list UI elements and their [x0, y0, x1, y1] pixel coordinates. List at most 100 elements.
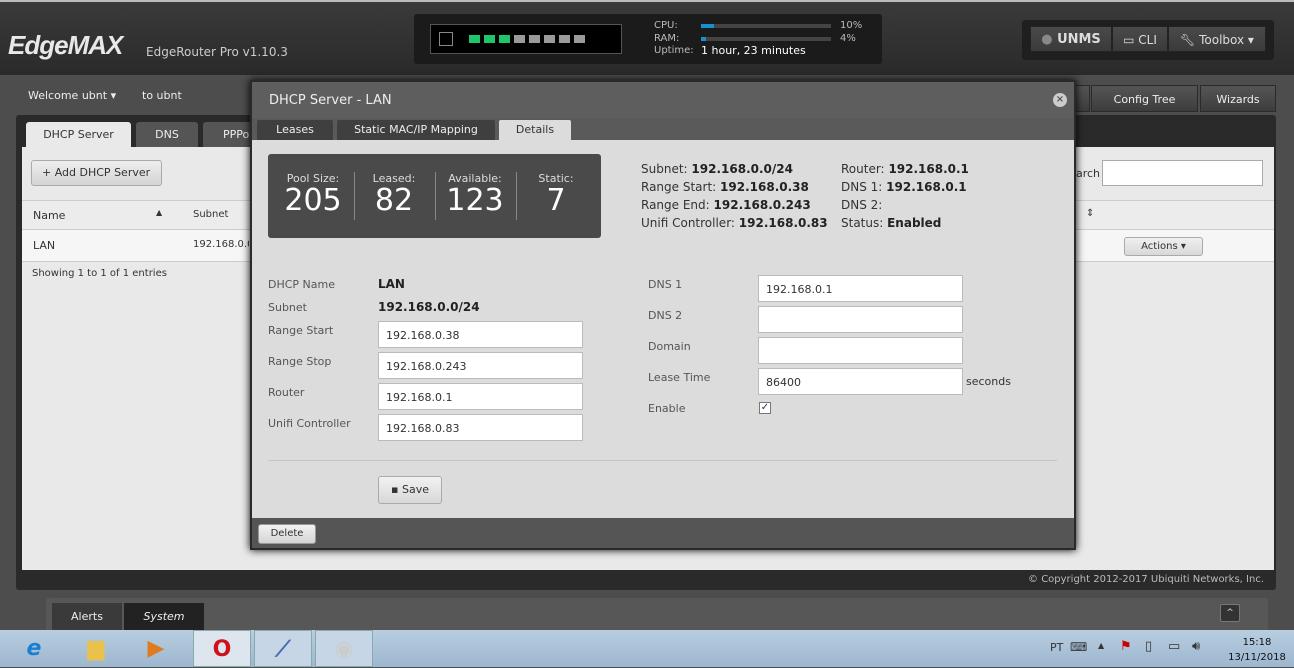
- column-subnet[interactable]: Subnet: [193, 209, 228, 220]
- port-1-icon: [469, 35, 480, 43]
- tab-dhcp-server[interactable]: DHCP Server: [26, 122, 131, 149]
- save-button[interactable]: ▪ Save: [378, 476, 442, 504]
- wizards-button[interactable]: Wizards: [1200, 85, 1276, 112]
- header: EdgeMAX EdgeRouter Pro v1.10.3 CPU: 10% …: [0, 0, 1294, 75]
- router-label: Router: [268, 386, 305, 399]
- enable-checkbox[interactable]: ✓: [759, 402, 771, 414]
- unifi-app-icon[interactable]: ◉: [315, 630, 373, 667]
- dialog-footer: Delete: [252, 518, 1074, 548]
- to-user-text: to ubnt: [142, 89, 182, 102]
- dns2-label: DNS 2: [648, 309, 683, 322]
- tab-dns[interactable]: DNS: [136, 122, 198, 148]
- tab-static-mapping[interactable]: Static MAC/IP Mapping: [337, 120, 495, 140]
- device-icon[interactable]: ▯: [1145, 639, 1152, 654]
- tab-leases[interactable]: Leases: [257, 120, 333, 140]
- keyboard-icon[interactable]: ⌨: [1070, 640, 1087, 654]
- range-start-label: Range Start: [268, 324, 334, 337]
- unifi-controller-input[interactable]: 192.168.0.83: [378, 414, 583, 441]
- port-7-icon: [559, 35, 570, 43]
- expand-icon[interactable]: ^: [1220, 604, 1240, 622]
- status-dot-icon: ●: [1041, 32, 1058, 47]
- lease-unit: seconds: [966, 375, 1011, 388]
- summary-left: Subnet: 192.168.0.0/24 Range Start: 192.…: [641, 162, 828, 230]
- dns1-input[interactable]: 192.168.0.1: [758, 275, 963, 302]
- actions-button[interactable]: Actions ▾: [1124, 237, 1203, 256]
- sort-asc-icon[interactable]: ▲: [156, 208, 162, 217]
- unifi-label: Unifi Controller: [268, 417, 351, 430]
- summary-right: Router: 192.168.0.1 DNS 1: 192.168.0.1 D…: [841, 162, 969, 230]
- bottom-dock: Alerts System ^: [46, 598, 1268, 630]
- range-stop-input[interactable]: 192.168.0.243: [378, 352, 583, 379]
- unms-label: UNMS: [1057, 32, 1101, 47]
- welcome-menu[interactable]: Welcome ubnt ▾: [28, 89, 116, 102]
- show-hidden-icons[interactable]: ▲: [1098, 641, 1104, 650]
- divider: [268, 460, 1057, 461]
- port-6-icon: [544, 35, 555, 43]
- domain-label: Domain: [648, 340, 691, 353]
- tab-details[interactable]: Details: [499, 120, 571, 140]
- stat-value: 7: [546, 183, 566, 218]
- router-input[interactable]: 192.168.0.1: [378, 383, 583, 410]
- row-subnet: 192.168.0.0/24: [193, 239, 249, 250]
- network-icon[interactable]: ▭: [1168, 639, 1180, 654]
- stat-static: Static: 7: [516, 172, 596, 217]
- port-3-icon: [499, 35, 510, 43]
- clock[interactable]: 15:18 13/11/2018: [1222, 635, 1292, 665]
- internet-explorer-icon[interactable]: e: [5, 630, 63, 667]
- cli-label: CLI: [1138, 33, 1157, 47]
- opera-icon[interactable]: O: [193, 630, 251, 667]
- lease-time-input[interactable]: 86400: [758, 368, 963, 395]
- dns1-label: DNS 1: [648, 278, 683, 291]
- toolbox-button[interactable]: 🔧︎ Toolbox ▾: [1168, 26, 1266, 52]
- port-4-icon: [514, 35, 525, 43]
- pool-stats: Pool Size: 205 Leased: 82 Available: 123 St…: [268, 154, 601, 238]
- cli-button[interactable]: ▭ CLI: [1112, 26, 1168, 52]
- enable-label: Enable: [648, 402, 686, 415]
- top-buttons: ● UNMS ▭ CLI 🔧︎ Toolbox ▾: [1022, 20, 1274, 60]
- domain-input[interactable]: [758, 337, 963, 364]
- search-label: Search: [1072, 167, 1100, 180]
- dhcp-server-dialog: DHCP Server - LAN × Leases Static MAC/IP…: [250, 80, 1076, 550]
- action-center-flag-icon[interactable]: ⚑: [1120, 639, 1132, 654]
- uptime-label: Uptime:: [654, 45, 694, 56]
- stat-value: 205: [284, 183, 342, 218]
- ram-value: 4%: [840, 33, 856, 44]
- config-tree-button[interactable]: Config Tree: [1091, 85, 1198, 112]
- search-input[interactable]: [1102, 160, 1263, 186]
- media-player-icon[interactable]: ▶: [127, 630, 185, 667]
- scanner-app-icon[interactable]: ⟋: [254, 630, 312, 667]
- column-name[interactable]: Name: [33, 209, 65, 222]
- dns2-input[interactable]: [758, 306, 963, 333]
- console-port-icon: [439, 32, 453, 46]
- stat-leased: Leased: 82: [354, 172, 434, 217]
- row-name: LAN: [33, 239, 56, 252]
- stat-available: Available: 123: [435, 172, 515, 217]
- volume-icon[interactable]: 🔊︎: [1192, 639, 1200, 654]
- add-dhcp-server-button[interactable]: + Add DHCP Server: [31, 160, 162, 186]
- welcome-label: Welcome ubnt: [28, 89, 108, 102]
- actions-label: Actions: [1141, 241, 1178, 252]
- lease-time-label: Lease Time: [648, 371, 711, 384]
- add-label: Add DHCP Server: [54, 166, 151, 179]
- dhcp-name-value: LAN: [378, 277, 405, 291]
- stat-pool-size: Pool Size: 205: [273, 172, 353, 217]
- range-start-input[interactable]: 192.168.0.38: [378, 321, 583, 348]
- sort-icon[interactable]: ⇕: [1086, 208, 1094, 219]
- language-indicator[interactable]: PT: [1050, 641, 1063, 654]
- delete-button[interactable]: Delete: [258, 524, 316, 544]
- port-status: [430, 24, 622, 54]
- unms-button[interactable]: ● UNMS: [1030, 26, 1112, 52]
- dialog-title: DHCP Server - LAN: [252, 82, 1074, 118]
- uptime-value: 1 hour, 23 minutes: [701, 44, 806, 57]
- chevron-down-icon: ▾: [1247, 33, 1254, 47]
- toolbox-label: Toolbox: [1199, 33, 1245, 47]
- port-5-icon: [529, 35, 540, 43]
- dhcp-name-label: DHCP Name: [268, 278, 336, 291]
- clock-date: 13/11/2018: [1228, 652, 1286, 663]
- tab-alerts[interactable]: Alerts: [52, 603, 122, 630]
- tab-system[interactable]: System: [124, 603, 204, 630]
- port-2-icon: [484, 35, 495, 43]
- explorer-folder-icon[interactable]: ▆: [67, 630, 125, 667]
- ram-bar: [701, 37, 831, 41]
- close-icon[interactable]: ×: [1053, 93, 1067, 107]
